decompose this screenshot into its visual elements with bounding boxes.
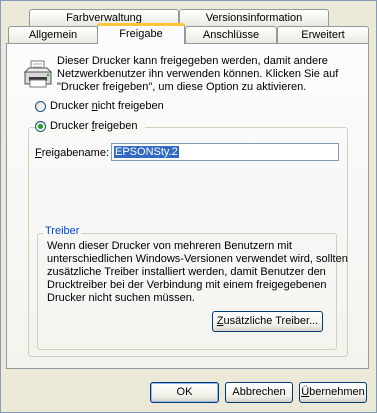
tab-freigabe[interactable]: Freigabe [97,23,185,44]
cancel-button[interactable]: Abbrechen [225,382,293,403]
sharing-description: Dieser Drucker kann freigegeben werden, … [57,55,338,94]
tab-label: Anschlüsse [202,29,260,41]
drivers-line: zusätzliche Treiber installiert werden, … [47,266,326,278]
tab-label: Allgemein [28,29,78,41]
ok-button[interactable]: OK [150,382,219,403]
additional-drivers-button[interactable]: Zusätzliche Treiber... [212,311,323,332]
radio-button[interactable] [35,101,46,112]
tab-erweitert[interactable]: Erweitert [277,26,369,43]
share-name-label: Freigabename: [35,147,110,159]
tab-anschluesse[interactable]: Anschlüsse [185,26,277,43]
tab-allgemein[interactable]: Allgemein [8,26,98,43]
drivers-group-title: Treiber [43,225,82,237]
tab-label: Erweitert [301,29,345,41]
radio-dot [38,124,43,129]
description-line: Dieser Drucker kann freigegeben werden, … [57,55,328,67]
tab-versionsinformation[interactable]: Versionsinformation [179,9,329,26]
radio-button[interactable] [35,121,46,132]
radio-not-shared-label: Drucker nicht freigeben [50,100,164,112]
drivers-line: Wenn dieser Drucker von mehreren Benutze… [47,240,292,252]
description-line: Netzwerkbenutzer ihn verwenden können. K… [57,68,339,80]
drivers-line: Drucktreiber bei der Verbindung mit eine… [47,279,327,291]
radio-not-shared[interactable]: Drucker nicht freigeben [35,100,195,114]
radio-shared-label: Drucker freigeben [50,120,138,132]
drivers-line: Drucker nicht suchen müssen. [47,292,195,304]
printer-icon [23,60,53,88]
description-line: "Drucker freigeben", um diese Option zu … [57,81,307,93]
drivers-description: Wenn dieser Drucker von mehreren Benutze… [47,240,348,305]
radio-shared[interactable]: Drucker freigeben [35,120,145,134]
tab-label: Freigabe [119,28,163,40]
sharing-panel: Dieser Drucker kann freigegeben werden, … [6,43,369,369]
share-name-input[interactable]: EPSONSty.2 [111,143,339,161]
tab-label: Versionsinformation [205,12,303,24]
share-name-value: EPSONSty.2 [114,146,179,158]
apply-button[interactable]: Übernehmen [299,382,367,403]
drivers-line: unterschiedlichen Windows-Versionen verw… [47,253,348,265]
